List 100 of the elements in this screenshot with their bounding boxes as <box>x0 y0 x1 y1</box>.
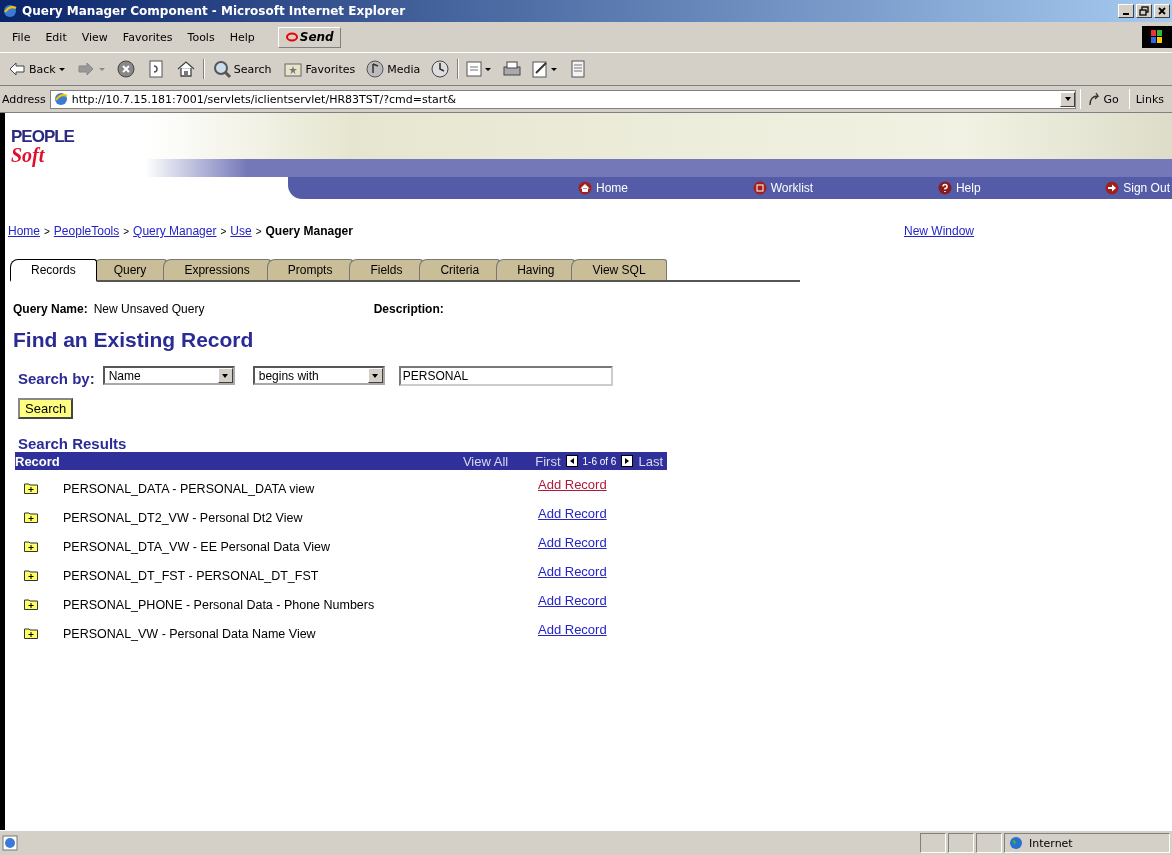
folder-icon[interactable] <box>24 510 38 523</box>
search-button[interactable]: Search <box>208 57 275 81</box>
windows-logo-icon <box>1142 24 1172 50</box>
add-record-link[interactable]: Add Record <box>538 593 607 608</box>
breadcrumb-separator: > <box>44 225 50 237</box>
menu-item[interactable]: Help <box>223 30 264 44</box>
send-button[interactable]: Send <box>277 26 341 48</box>
page-range: 1-6 of 6 <box>582 455 617 467</box>
description-label: Description: <box>373 302 444 316</box>
menu-item[interactable]: File <box>6 30 40 44</box>
breadcrumb-link[interactable]: Use <box>230 224 252 238</box>
ring-icon <box>284 31 299 43</box>
search-by-label: Search by: <box>18 370 95 387</box>
worklist-link[interactable]: Worklist <box>752 181 814 195</box>
signout-link[interactable]: Sign Out <box>1105 181 1170 195</box>
record-name: PERSONAL_DTA_VW - EE Personal Data View <box>63 539 331 554</box>
search-results-heading: Search Results <box>18 435 128 452</box>
folder-icon[interactable] <box>24 539 38 552</box>
add-record-link[interactable]: Add Record <box>538 564 607 579</box>
go-button[interactable]: Go <box>1080 89 1125 109</box>
menu-item[interactable]: Tools <box>181 30 224 44</box>
caret-icon <box>57 65 66 73</box>
column-header: Record <box>15 453 60 469</box>
first-link[interactable]: First <box>535 453 561 469</box>
help-link[interactable]: Help <box>937 181 981 195</box>
menu-item[interactable]: View <box>75 30 117 44</box>
globe-icon <box>1009 836 1023 850</box>
minimize-icon <box>1123 13 1129 15</box>
pencil-page-icon <box>532 59 549 79</box>
tab[interactable]: View SQL <box>571 259 667 280</box>
folder-icon[interactable] <box>24 597 38 610</box>
breadcrumb-current: Query Manager <box>265 224 353 238</box>
status-pane <box>948 833 974 853</box>
folder-icon[interactable] <box>24 626 38 639</box>
restore-button[interactable] <box>1136 4 1152 18</box>
add-record-link[interactable]: Add Record <box>538 506 607 521</box>
browser-icon <box>2 3 18 19</box>
new-window-link[interactable]: New Window <box>904 224 975 238</box>
field-dropdown[interactable]: Name <box>102 366 235 385</box>
close-icon <box>1157 6 1167 16</box>
restore-icon <box>1139 6 1149 16</box>
stop-icon <box>115 59 136 79</box>
folder-icon[interactable] <box>24 568 38 581</box>
page-heading: Find an Existing Record <box>13 328 255 352</box>
add-record-link[interactable]: Add Record <box>538 477 607 492</box>
tab[interactable]: Having <box>496 259 576 280</box>
record-name: PERSONAL_VW - Personal Data Name View <box>63 626 317 641</box>
caret-icon <box>550 65 559 73</box>
printer-icon <box>502 59 523 79</box>
search-icon <box>211 59 232 79</box>
caret-icon <box>221 371 230 380</box>
breadcrumb-separator: > <box>255 225 262 237</box>
clock-icon <box>430 59 451 79</box>
minimize-button[interactable] <box>1118 4 1134 18</box>
caret-icon <box>1063 95 1072 103</box>
page-icon <box>52 91 69 107</box>
envelope-icon <box>466 59 483 79</box>
add-record-link[interactable]: Add Record <box>538 535 607 550</box>
breadcrumb-link[interactable]: Query Manager <box>133 224 217 238</box>
tab[interactable]: Expressions <box>163 259 271 280</box>
page-icon <box>2 835 18 851</box>
previous-icon[interactable] <box>565 455 578 467</box>
logo: PEOPLE Soft <box>10 126 76 169</box>
window-title: Query Manager Component - Microsoft Internet Explorer <box>22 4 406 18</box>
close-button[interactable] <box>1154 4 1170 18</box>
caret-icon <box>371 371 380 380</box>
breadcrumb-link[interactable]: Home <box>8 224 40 238</box>
last-link[interactable]: Last <box>638 453 663 469</box>
back-button[interactable]: Back <box>4 57 69 81</box>
view-all-link[interactable]: View All <box>462 453 509 469</box>
address-field[interactable]: http://10.7.15.181:7001/servlets/iclientservlet/HR83TST/?cmd=start& <box>49 89 1077 109</box>
status-pane <box>920 833 946 853</box>
tab[interactable]: Records <box>10 259 97 282</box>
home-icon <box>578 181 592 195</box>
favorites-button[interactable]: Favorites <box>278 57 359 81</box>
status-pane <box>976 833 1002 853</box>
query-name-value: New Unsaved Query <box>93 302 206 316</box>
record-name: PERSONAL_DT_FST - PERSONAL_DT_FST <box>63 568 320 583</box>
operator-dropdown[interactable]: begins with <box>252 366 385 385</box>
links-button[interactable]: Links <box>1128 89 1170 109</box>
record-name: PERSONAL_DATA - PERSONAL_DATA view <box>63 481 316 496</box>
media-button[interactable]: Media <box>362 57 424 81</box>
home-link[interactable]: Home <box>578 181 628 195</box>
music-note-icon <box>365 59 386 79</box>
search-field[interactable]: PERSONAL <box>398 365 613 386</box>
zone-label: Internet <box>1029 836 1073 850</box>
next-icon[interactable] <box>621 455 634 467</box>
worklist-icon <box>752 181 767 195</box>
add-record-link[interactable]: Add Record <box>538 622 607 637</box>
breadcrumb-link[interactable]: PeopleTools <box>53 224 120 238</box>
sign-out-icon <box>1105 181 1120 195</box>
record-name: PERSONAL_PHONE - Personal Data - Phone Numbers <box>63 597 376 612</box>
record-name: PERSONAL_DT2_VW - Personal Dt2 View <box>63 510 304 525</box>
menu-item[interactable]: Favorites <box>116 30 182 44</box>
curved-arrow-icon <box>1087 92 1102 106</box>
address-label: Address <box>2 92 46 106</box>
menu-item[interactable]: Edit <box>39 30 76 44</box>
search-button[interactable]: Search <box>18 398 74 419</box>
folder-icon[interactable] <box>24 481 38 494</box>
caret-icon <box>484 65 493 73</box>
